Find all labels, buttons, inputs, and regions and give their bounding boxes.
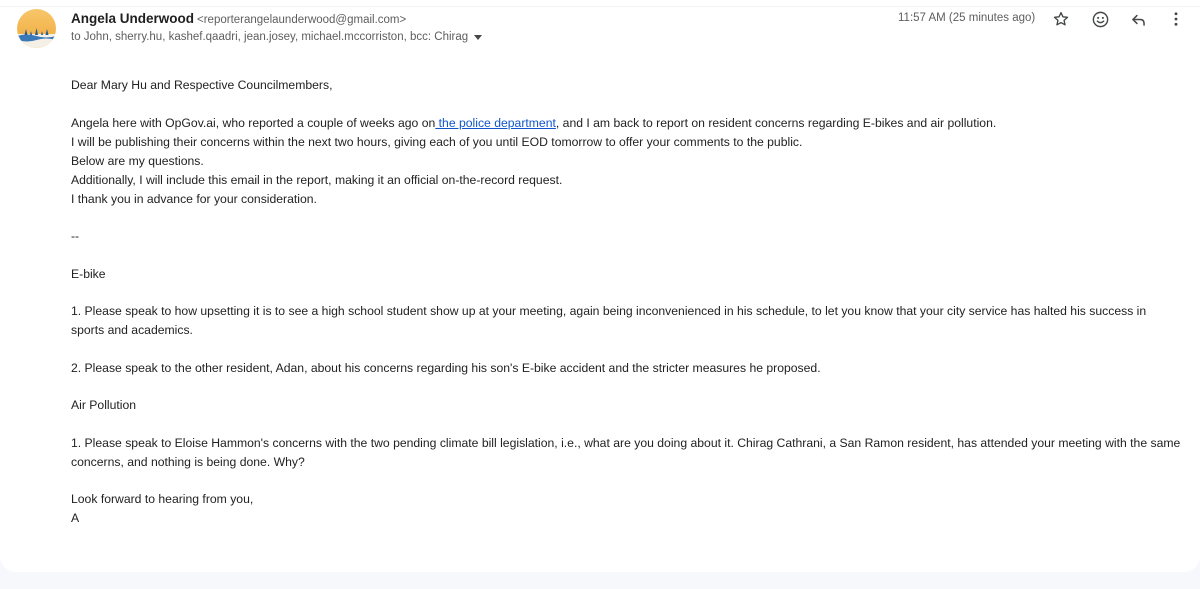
email-message: Angela Underwood <reporterangelaunderwood…: [0, 0, 1200, 572]
more-vert-icon[interactable]: [1165, 8, 1187, 30]
reply-icon[interactable]: [1127, 8, 1149, 30]
intro-paragraph: Angela here with OpGov.ai, who reported …: [71, 114, 1181, 133]
air-question-1: 1. Please speak to Eloise Hammon's conce…: [71, 435, 1181, 469]
ebike-question-1: 1. Please speak to how upsetting it is t…: [71, 304, 1147, 337]
header-divider: [0, 0, 1200, 7]
body-line: I thank you in advance for your consider…: [71, 191, 317, 206]
greeting: Dear Mary Hu and Respective Councilmembe…: [71, 78, 333, 92]
emoji-icon[interactable]: [1089, 8, 1111, 30]
section-title-ebike: E-bike: [71, 266, 106, 281]
recipients-text: to John, sherry.hu, kashef.qaadri, jean.…: [71, 31, 469, 43]
timestamp: 11:57 AM (25 minutes ago): [898, 12, 1036, 24]
section-title-air-pollution: Air Pollution: [71, 398, 137, 412]
sender-line: Angela Underwood <reporterangelaunderwood…: [71, 11, 406, 26]
email-body: Dear Mary Hu and Respective Councilmembe…: [71, 76, 1181, 528]
star-icon[interactable]: [1050, 8, 1072, 30]
police-department-link[interactable]: the police department: [435, 116, 556, 130]
body-line: Below are my questions.: [71, 153, 204, 168]
separator: --: [71, 229, 80, 243]
recipients-line[interactable]: to John, sherry.hu, kashef.qaadri, jean.…: [71, 31, 483, 43]
chevron-down-icon[interactable]: [474, 34, 483, 40]
sender-email[interactable]: <reporterangelaunderwood@gmail.com>: [197, 14, 406, 26]
body-line: I will be publishing their concerns with…: [71, 134, 803, 149]
closing: Look forward to hearing from you,: [71, 492, 254, 506]
sender-name[interactable]: Angela Underwood: [71, 11, 194, 26]
body-line: Additionally, I will include this email …: [71, 172, 563, 187]
intro-text-end: , and I am back to report on resident co…: [555, 115, 997, 130]
avatar[interactable]: [17, 9, 56, 48]
signature: A: [71, 511, 80, 525]
ebike-question-2: 2. Please speak to the other resident, A…: [71, 360, 821, 375]
intro-text: Angela here with OpGov.ai, who reported …: [71, 115, 436, 130]
